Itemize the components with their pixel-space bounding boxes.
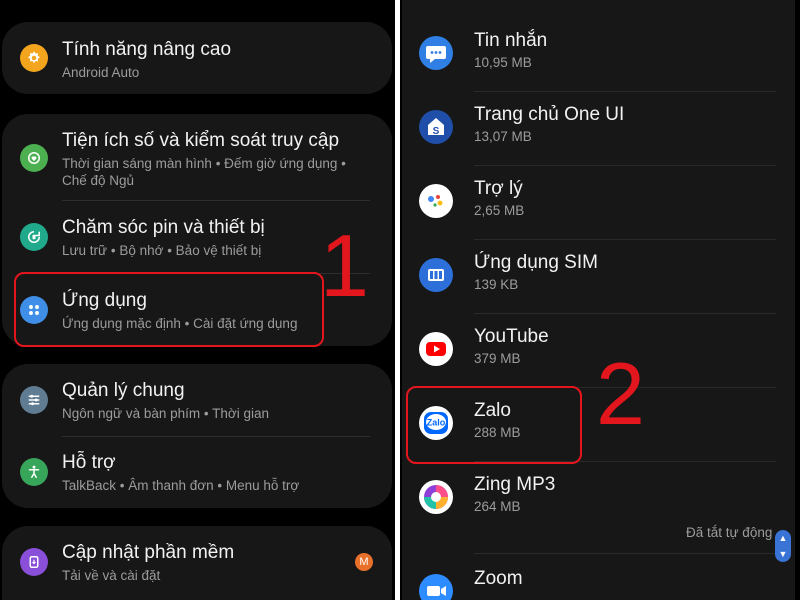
app-item-zoom[interactable]: Zoom [400,556,800,600]
app-name: Trang chủ One UI [474,104,625,125]
svg-text:S: S [433,126,440,137]
general-management-icon [20,386,48,414]
accessibility-subtitle: TalkBack • Âm thanh đơn • Menu hỗ trợ [62,478,300,493]
battery-care-title: Chăm sóc pin và thiết bị [62,217,265,238]
auto-disabled-status: Đã tắt tự động [686,525,773,540]
app-item-zing-mp3[interactable]: Zing MP3 264 MB Đã tắt tự động [400,462,800,554]
general-management-title: Quản lý chung [62,380,185,401]
zalo-highlight-box [406,386,582,464]
settings-card-advanced: Tính năng nâng cao Android Auto [2,22,392,94]
accessibility-icon [20,458,48,486]
fast-scroll-handle[interactable]: ▲ ▼ [775,530,791,562]
general-management-subtitle: Ngôn ngữ và bàn phím • Thời gian [62,406,269,421]
app-size: 13,07 MB [474,129,532,144]
digital-wellbeing-title: Tiện ích số và kiểm soát truy cập [62,130,340,151]
software-update-title: Cập nhật phần mềm [62,542,235,563]
software-update-icon [20,548,48,576]
settings-item-accessibility[interactable]: Hỗ trợ TalkBack • Âm thanh đơn • Menu hỗ… [2,437,392,508]
app-name: YouTube [474,326,549,347]
settings-item-software-update[interactable]: Cập nhật phần mềm Tải về và cài đặt M [2,526,392,598]
oneui-home-icon: S [419,110,453,144]
app-size: 139 KB [474,277,519,292]
software-update-subtitle: Tải về và cài đặt [62,568,161,583]
app-name: Zoom [474,568,523,589]
battery-care-subtitle: Lưu trữ • Bộ nhớ • Bảo vệ thiết bị [62,243,262,258]
settings-item-general-management[interactable]: Quản lý chung Ngôn ngữ và bàn phím • Thờ… [2,364,392,436]
step-number-2: 2 [596,344,645,443]
app-size: 10,95 MB [474,55,532,70]
app-size: 379 MB [474,351,521,366]
assistant-icon [419,184,453,218]
divider [474,553,776,554]
app-item-oneui-home[interactable]: S Trang chủ One UI 13,07 MB [400,92,800,166]
app-size: 2,65 MB [474,203,525,218]
apps-list-panel: Tin nhắn 10,95 MB S Trang chủ One UI 13,… [400,0,800,600]
sim-icon [419,258,453,292]
digital-wellbeing-subtitle-line2: Chế độ Ngủ [62,173,135,188]
settings-card-update: Cập nhật phần mềm Tải về và cài đặt M [2,526,392,600]
advanced-features-icon [20,44,48,72]
app-name: Trợ lý [474,178,523,199]
update-badge: M [355,553,373,571]
zing-mp3-icon [419,480,453,514]
app-name: Ứng dụng SIM [474,252,598,273]
app-item-messages[interactable]: Tin nhắn 10,95 MB [400,18,800,92]
digital-wellbeing-subtitle-line1: Thời gian sáng màn hình • Đếm giờ ứng dụ… [62,156,346,171]
advanced-features-title: Tính năng nâng cao [62,39,232,60]
settings-card-general: Quản lý chung Ngôn ngữ và bàn phím • Thờ… [2,364,392,508]
apps-highlight-box [14,272,324,347]
app-item-sim[interactable]: Ứng dụng SIM 139 KB [400,240,800,314]
chevron-up-icon: ▲ [778,532,788,543]
app-item-assistant[interactable]: Trợ lý 2,65 MB [400,166,800,240]
app-name: Tin nhắn [474,30,548,51]
settings-panel: Tính năng nâng cao Android Auto Tiện ích… [0,0,395,600]
step-number-1: 1 [320,216,369,315]
zoom-icon [419,574,453,600]
accessibility-title: Hỗ trợ [62,452,116,473]
messages-icon [419,36,453,70]
chevron-down-icon: ▼ [778,548,788,559]
settings-item-advanced-features[interactable]: Tính năng nâng cao Android Auto [2,22,392,94]
app-size: 264 MB [474,499,521,514]
digital-wellbeing-icon [20,144,48,172]
app-name: Zing MP3 [474,474,556,495]
advanced-features-subtitle: Android Auto [62,65,140,80]
settings-item-digital-wellbeing[interactable]: Tiện ích số và kiểm soát truy cập Thời g… [2,114,392,200]
battery-care-icon [20,223,48,251]
youtube-icon [419,332,453,366]
